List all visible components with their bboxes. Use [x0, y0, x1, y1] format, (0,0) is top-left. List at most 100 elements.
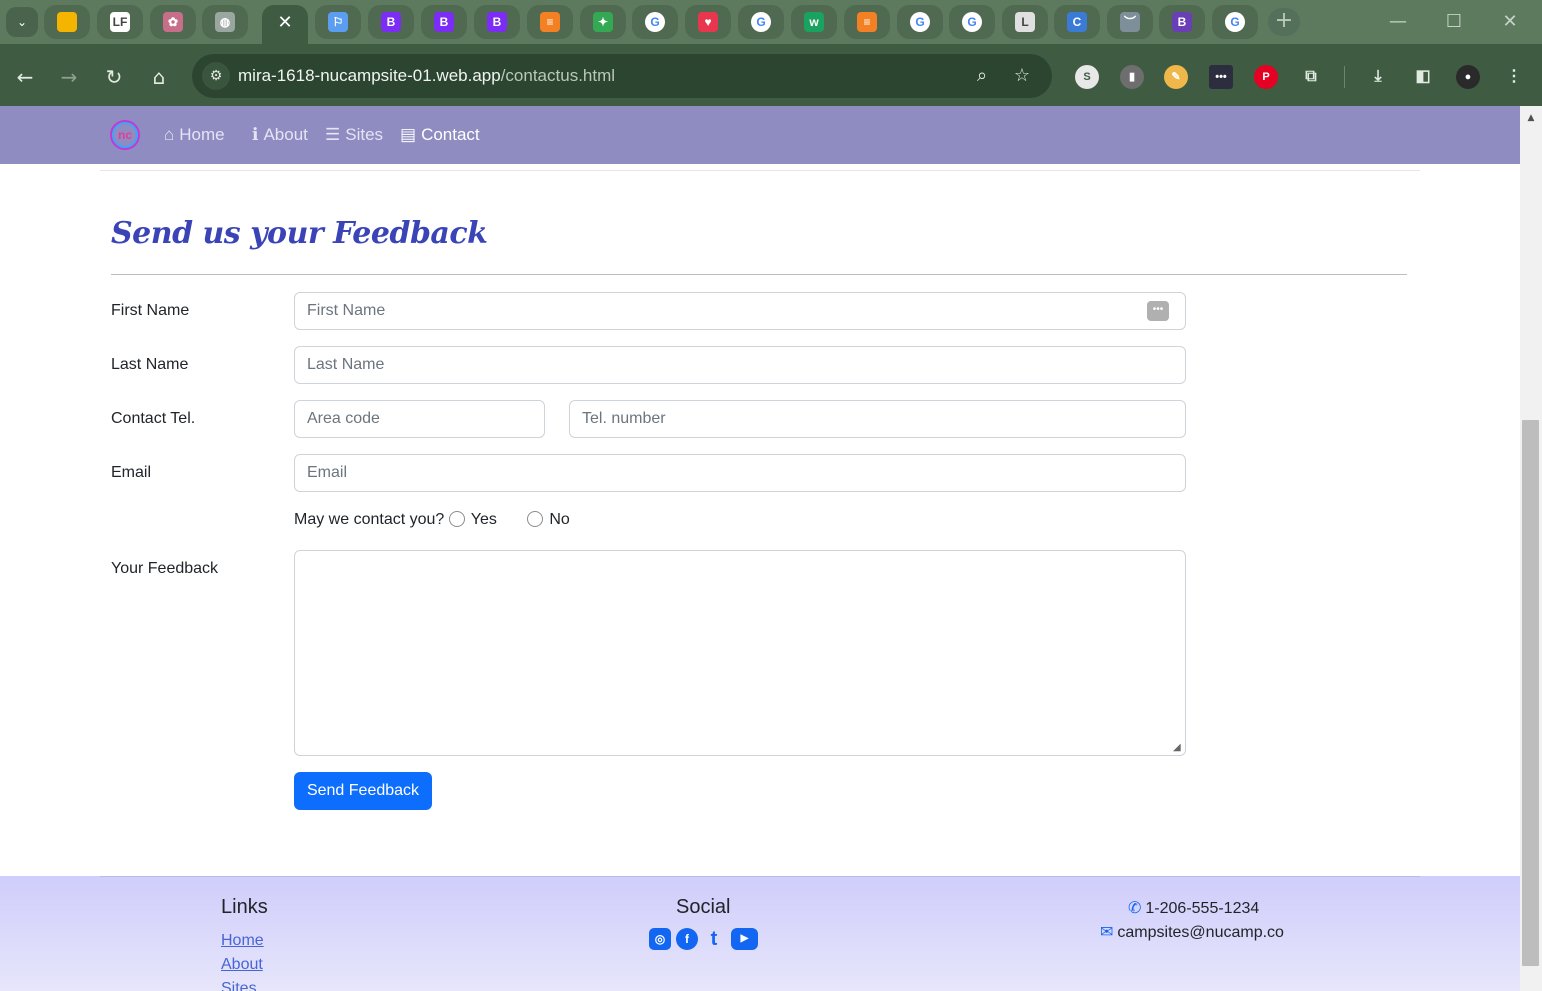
browser-tab[interactable]: ︶: [1107, 5, 1153, 39]
first-name-label: First Name: [111, 302, 190, 319]
address-bar[interactable]: ⚙ mira-1618-nucampsite-01.web.app/contac…: [192, 54, 1052, 98]
w-icon: w: [804, 12, 824, 32]
browser-tab[interactable]: B: [421, 5, 467, 39]
instagram-icon[interactable]: ◎: [649, 928, 671, 950]
radio-yes-label[interactable]: Yes: [471, 508, 497, 532]
chevron-icon: ︶: [1120, 12, 1140, 32]
color-extension-icon[interactable]: ✎: [1164, 65, 1188, 89]
maximize-button[interactable]: ☐: [1434, 8, 1474, 36]
autofill-icon[interactable]: •••: [1147, 301, 1169, 321]
google-icon: G: [910, 12, 930, 32]
home-button[interactable]: ⌂: [145, 63, 173, 91]
browser-tab[interactable]: [44, 5, 90, 39]
scroll-up-arrow-icon[interactable]: ▲: [1520, 110, 1542, 126]
browser-tab[interactable]: ≡: [527, 5, 573, 39]
browser-tab[interactable]: ⚐: [315, 5, 361, 39]
footer-divider: [100, 876, 1420, 877]
browser-tab[interactable]: G: [632, 5, 678, 39]
browser-tab[interactable]: G: [949, 5, 995, 39]
nav-link-contact[interactable]: ▤ Contact: [400, 120, 480, 150]
s-extension-icon[interactable]: S: [1075, 65, 1099, 89]
contact-permission-row: May we contact you? Yes No: [294, 508, 570, 532]
close-icon[interactable]: ✕: [275, 12, 295, 32]
browser-tab[interactable]: w: [791, 5, 837, 39]
download-icon[interactable]: ⤓: [1366, 65, 1390, 89]
tel-number-input[interactable]: Tel. number: [569, 400, 1186, 438]
reload-button[interactable]: ↻: [100, 63, 128, 91]
browser-tab[interactable]: G: [1212, 5, 1258, 39]
browser-tab[interactable]: ≡: [844, 5, 890, 39]
radio-yes[interactable]: [448, 511, 465, 527]
browser-tab[interactable]: ◍: [202, 5, 248, 39]
site-footer: Links Home About Sites Social ◎ f t ▶ ✆ 1…: [0, 876, 1520, 991]
nucamp-logo[interactable]: nc: [110, 120, 140, 150]
tab-strip: ⌄ LF ✿ ◍ ✕ ⚐ B B B ≡ ✦ G ♥ Gw ≡ G G L C ︶ B G + — ☐ ✕: [0, 0, 1542, 44]
close-window-button[interactable]: ✕: [1490, 8, 1530, 36]
slides-icon: [57, 12, 77, 32]
site-info-icon[interactable]: ⚙: [202, 62, 230, 90]
nav-link-about[interactable]: ℹ About: [252, 120, 308, 150]
page-viewport: nc ⌂ Home ℹ About ☰ Sites ▤ Contact Send us …: [0, 106, 1520, 991]
google-icon: G: [962, 12, 982, 32]
footer-link-sites[interactable]: Sites: [221, 980, 257, 991]
feedback-textarea[interactable]: ◢: [294, 550, 1186, 756]
menu-kebab-icon[interactable]: ⋮: [1502, 65, 1526, 89]
back-button[interactable]: ←: [11, 63, 39, 91]
facebook-icon[interactable]: f: [676, 928, 698, 950]
phone-icon: ✆: [1128, 900, 1142, 917]
send-feedback-button[interactable]: Send Feedback: [294, 772, 432, 810]
browser-tab[interactable]: B: [1159, 5, 1205, 39]
browser-tab[interactable]: G: [897, 5, 943, 39]
browser-tab[interactable]: G: [738, 5, 784, 39]
browser-tab[interactable]: ♥: [685, 5, 731, 39]
page-title: Send us your Feedback: [111, 216, 488, 251]
side-panel-icon[interactable]: ◧: [1411, 65, 1435, 89]
footer-phone[interactable]: ✆ 1-206-555-1234: [1128, 898, 1259, 918]
dots-extension-icon[interactable]: •••: [1209, 65, 1233, 89]
browser-tab[interactable]: L: [1002, 5, 1048, 39]
browser-tab[interactable]: C: [1054, 5, 1100, 39]
first-name-input[interactable]: First Name •••: [294, 292, 1186, 330]
extensions-puzzle-icon[interactable]: ⧉: [1299, 65, 1323, 89]
new-tab-button[interactable]: +: [1268, 8, 1300, 36]
colorful-icon: ✦: [593, 12, 613, 32]
google-icon: G: [1225, 12, 1245, 32]
browser-tab[interactable]: ✿: [150, 5, 196, 39]
tab-active[interactable]: ✕: [262, 5, 308, 44]
browser-tab[interactable]: B: [368, 5, 414, 39]
stats-extension-icon[interactable]: ▮: [1120, 65, 1144, 89]
browser-tab[interactable]: ✦: [580, 5, 626, 39]
minimize-button[interactable]: —: [1378, 8, 1418, 36]
profile-avatar[interactable]: ●: [1456, 65, 1480, 89]
contact-tel-label: Contact Tel.: [111, 410, 196, 427]
browser-tab[interactable]: LF: [97, 5, 143, 39]
bookmark-star-icon[interactable]: ☆: [1008, 62, 1036, 90]
envelope-icon: ✉: [1100, 924, 1114, 941]
footer-link-home[interactable]: Home: [221, 932, 264, 950]
scroll-thumb[interactable]: [1522, 420, 1539, 966]
stackoverflow-icon: ≡: [540, 12, 560, 32]
forward-button[interactable]: →: [55, 63, 83, 91]
radio-no-label[interactable]: No: [549, 508, 569, 532]
page-scrollbar[interactable]: ▲: [1520, 106, 1542, 991]
resize-handle-icon[interactable]: ◢: [1173, 743, 1183, 753]
footer-email[interactable]: ✉ campsites@nucamp.co: [1100, 922, 1284, 942]
nav-link-sites[interactable]: ☰ Sites: [325, 120, 383, 150]
tab-search-dropdown[interactable]: ⌄: [6, 7, 38, 37]
email-input[interactable]: Email: [294, 454, 1186, 492]
pinterest-icon[interactable]: P: [1254, 65, 1278, 89]
nav-link-home[interactable]: ⌂ Home: [164, 120, 225, 150]
contact-question: May we contact you?: [294, 511, 445, 528]
google-icon: G: [751, 12, 771, 32]
twitter-icon[interactable]: t: [703, 928, 725, 950]
youtube-icon[interactable]: ▶: [731, 928, 758, 950]
area-code-input[interactable]: Area code: [294, 400, 545, 438]
bootstrap-icon: B: [1172, 12, 1192, 32]
title-divider: [111, 274, 1407, 275]
footer-link-about[interactable]: About: [221, 956, 263, 974]
browser-tab[interactable]: B: [474, 5, 520, 39]
last-name-input[interactable]: Last Name: [294, 346, 1186, 384]
zoom-icon[interactable]: ⌕: [968, 62, 996, 90]
toolbar-separator: [1344, 66, 1345, 88]
radio-no[interactable]: [527, 511, 544, 527]
